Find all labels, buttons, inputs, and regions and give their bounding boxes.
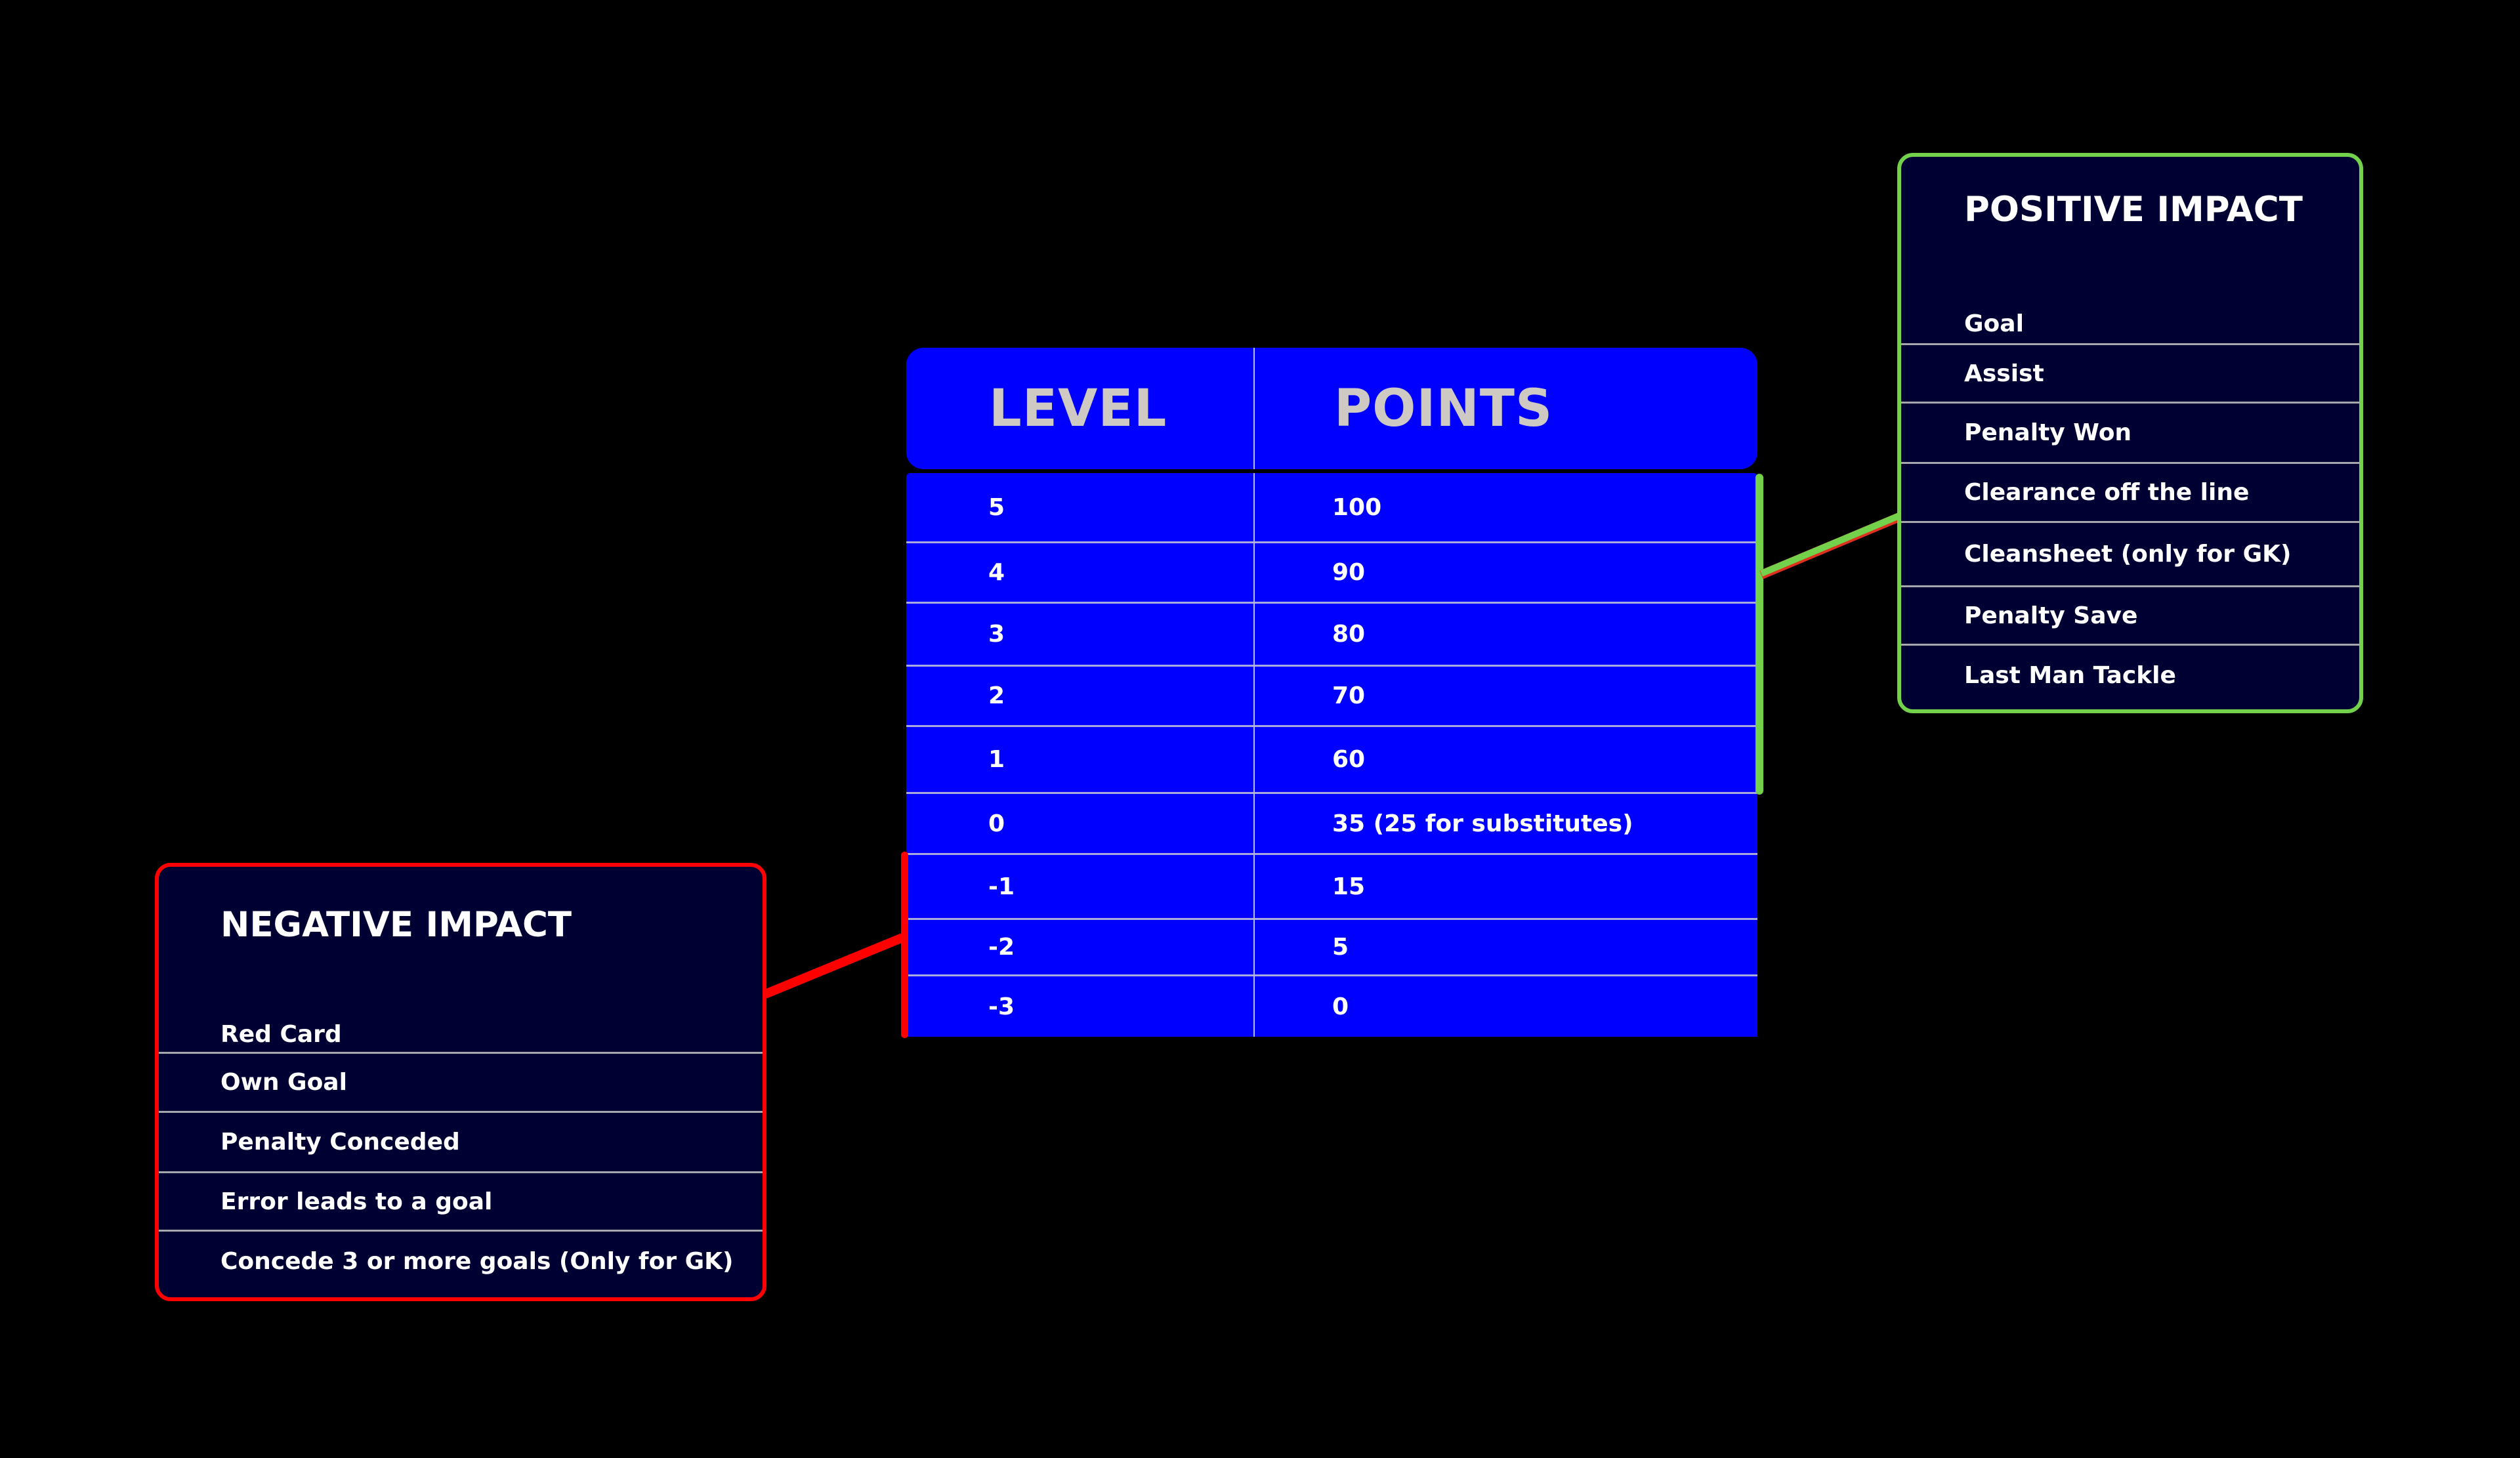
level-cell: 2 bbox=[988, 682, 1005, 709]
level-cell: -2 bbox=[988, 934, 1015, 961]
column-divider bbox=[1253, 348, 1255, 469]
list-item: Cleansheet (only for GK) bbox=[1901, 523, 2359, 587]
negative-impact-title: NEGATIVE IMPACT bbox=[220, 905, 572, 945]
points-cell: 35 (25 for substitutes) bbox=[1332, 810, 1633, 837]
points-table-body: 5 100 4 90 3 80 2 70 1 60 0 35 (25 for s… bbox=[906, 473, 1757, 1037]
list-item: Penalty Conceded bbox=[159, 1113, 763, 1173]
level-cell: 1 bbox=[988, 746, 1005, 773]
level-cell: 3 bbox=[988, 621, 1005, 648]
table-row-level-5: 5 100 bbox=[906, 473, 1757, 543]
positive-impact-title: POSITIVE IMPACT bbox=[1964, 190, 2303, 230]
positive-item-label: Goal bbox=[1964, 310, 2024, 337]
table-row-level-4: 4 90 bbox=[906, 543, 1757, 604]
list-item: Clearance off the line bbox=[1901, 464, 2359, 523]
level-column-header: LEVEL bbox=[989, 379, 1167, 438]
positive-impact-panel: POSITIVE IMPACT Goal Assist Penalty Won … bbox=[1897, 153, 2363, 713]
positive-item-label: Cleansheet (only for GK) bbox=[1964, 541, 2292, 568]
positive-connector-line bbox=[1759, 512, 1901, 579]
negative-item-label: Own Goal bbox=[220, 1069, 347, 1096]
negative-impact-panel: NEGATIVE IMPACT Red Card Own Goal Penalt… bbox=[155, 863, 766, 1301]
positive-item-label: Penalty Save bbox=[1964, 602, 2138, 629]
negative-item-label: Error leads to a goal bbox=[220, 1188, 493, 1215]
points-table-header: LEVEL POINTS bbox=[906, 348, 1757, 469]
list-item: Goal bbox=[1901, 310, 2359, 345]
list-item: Penalty Save bbox=[1901, 587, 2359, 646]
level-cell: 0 bbox=[988, 810, 1005, 837]
points-cell: 15 bbox=[1332, 873, 1366, 900]
positive-item-label: Clearance off the line bbox=[1964, 479, 2250, 506]
table-row-level-minus-2: -2 5 bbox=[906, 920, 1757, 976]
positive-connector-line-highlight bbox=[1760, 512, 1900, 577]
table-row-level-minus-1: -1 15 bbox=[906, 855, 1757, 920]
table-row-level-0: 0 35 (25 for substitutes) bbox=[906, 794, 1757, 855]
negative-item-label: Penalty Conceded bbox=[220, 1129, 460, 1156]
table-row-level-1: 1 60 bbox=[906, 727, 1757, 794]
table-row-level-2: 2 70 bbox=[906, 667, 1757, 727]
column-divider bbox=[1253, 473, 1255, 1037]
list-item: Assist bbox=[1901, 345, 2359, 404]
negative-item-label: Red Card bbox=[220, 1020, 342, 1048]
points-column-header: POINTS bbox=[1334, 379, 1553, 438]
level-cell: -1 bbox=[988, 873, 1015, 900]
table-row-level-minus-3: -3 0 bbox=[906, 976, 1757, 1037]
negative-connector-line bbox=[763, 933, 904, 999]
table-row-level-3: 3 80 bbox=[906, 604, 1757, 667]
points-cell: 80 bbox=[1332, 621, 1366, 648]
negative-impact-list: Red Card Own Goal Penalty Conceded Error… bbox=[159, 998, 763, 1291]
positive-impact-list: Goal Assist Penalty Won Clearance off th… bbox=[1901, 310, 2359, 705]
level-cell: -3 bbox=[988, 993, 1015, 1020]
points-cell: 60 bbox=[1332, 746, 1366, 773]
list-item: Own Goal bbox=[159, 1054, 763, 1113]
list-item: Error leads to a goal bbox=[159, 1173, 763, 1232]
positive-item-label: Penalty Won bbox=[1964, 419, 2132, 446]
list-item: Penalty Won bbox=[1901, 404, 2359, 464]
negative-levels-bracket bbox=[901, 852, 908, 1038]
level-cell: 4 bbox=[988, 559, 1005, 586]
list-item: Last Man Tackle bbox=[1901, 646, 2359, 705]
points-cell: 100 bbox=[1332, 493, 1382, 521]
positive-levels-bracket bbox=[1755, 474, 1763, 795]
points-cell: 90 bbox=[1332, 559, 1366, 586]
points-cell: 5 bbox=[1332, 934, 1349, 961]
positive-item-label: Assist bbox=[1964, 360, 2044, 387]
list-item: Concede 3 or more goals (Only for GK) bbox=[159, 1232, 763, 1291]
level-cell: 5 bbox=[988, 493, 1005, 521]
points-cell: 70 bbox=[1332, 682, 1366, 709]
points-cell: 0 bbox=[1332, 993, 1349, 1020]
negative-item-label: Concede 3 or more goals (Only for GK) bbox=[220, 1247, 734, 1275]
positive-item-label: Last Man Tackle bbox=[1964, 661, 2176, 689]
list-item: Red Card bbox=[159, 998, 763, 1054]
